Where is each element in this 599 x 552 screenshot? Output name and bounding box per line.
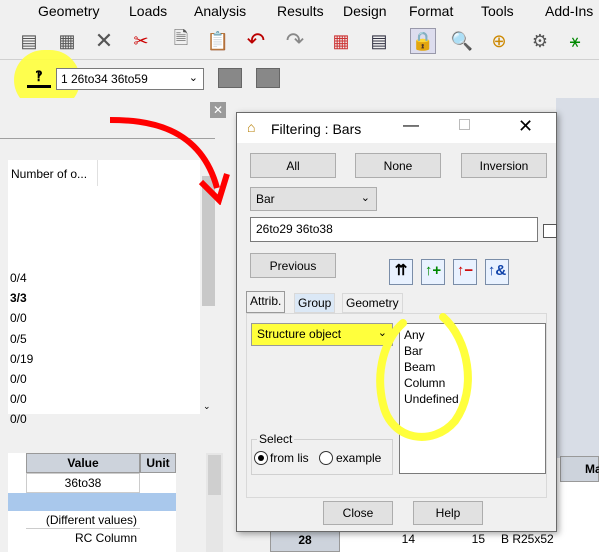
- grid-row: 0/0: [10, 372, 27, 387]
- radio-dot: [258, 455, 264, 461]
- radio-from-list-label: from lis: [270, 451, 309, 465]
- scissors-icon[interactable]: ✂: [128, 28, 154, 54]
- previous-selection-button[interactable]: [256, 68, 280, 88]
- radio-example[interactable]: [319, 451, 333, 465]
- add-icon[interactable]: ↑+: [421, 259, 445, 285]
- selection-toolbar: ‽ 1 26to34 36to59 ⌄: [0, 50, 599, 110]
- chevron-down-icon: ⌄: [188, 72, 198, 84]
- redo-icon[interactable]: ↷: [282, 28, 308, 54]
- zoom-window-icon[interactable]: ⊕: [486, 28, 512, 54]
- settings-icon[interactable]: ⚙: [527, 28, 553, 54]
- grid-values: 0/4 3/3 0/0 0/5 0/19 0/0 0/0 0/0: [10, 268, 50, 430]
- extra-checkbox[interactable]: [543, 224, 557, 238]
- unit-header: Unit: [140, 453, 176, 473]
- page-icon[interactable]: 🗎: [168, 28, 194, 54]
- maximize-icon[interactable]: [459, 119, 470, 130]
- table-cell[interactable]: RC Column: [26, 529, 140, 547]
- delete-icon[interactable]: ✕: [91, 28, 117, 54]
- none-button[interactable]: None: [355, 153, 441, 178]
- node-icon[interactable]: ⚹: [562, 28, 588, 54]
- list-input[interactable]: 26to29 36to38: [250, 217, 538, 242]
- calculator-icon[interactable]: ▦: [328, 28, 354, 54]
- tab-attrib[interactable]: Attrib.: [246, 291, 286, 313]
- help-button[interactable]: Help: [413, 501, 483, 525]
- grid-row: 0/19: [10, 351, 34, 366]
- chevron-down-icon[interactable]: ⌄: [203, 401, 211, 412]
- filter-app-icon: ⌂: [247, 119, 256, 135]
- intersect-icon[interactable]: ↑&: [485, 259, 509, 285]
- properties-table: Value Unit 36to38 (Different values) RC …: [8, 453, 176, 552]
- grid-row: 0/0: [10, 311, 27, 326]
- type-select[interactable]: Bar ⌄: [250, 187, 377, 211]
- remove-icon[interactable]: ↑−: [453, 259, 477, 285]
- undo-icon[interactable]: ↶: [243, 28, 269, 54]
- chevron-down-icon: ⌄: [360, 192, 370, 204]
- attrib-select[interactable]: Structure object ⌄: [251, 323, 393, 346]
- grid-header: Number of o...: [8, 160, 98, 186]
- inversion-button[interactable]: Inversion: [461, 153, 547, 178]
- menu-loads[interactable]: Loads: [129, 3, 167, 19]
- radio-from-list[interactable]: [254, 451, 268, 465]
- close-icon[interactable]: ✕: [518, 116, 533, 137]
- right-table-header: Ma: [560, 456, 599, 482]
- dialog-titlebar[interactable]: ⌂ Filtering : Bars — ✕: [237, 113, 556, 143]
- grid-row: 0/0: [10, 412, 27, 427]
- dialog-title: Filtering : Bars: [271, 121, 362, 137]
- menu-tools[interactable]: Tools: [481, 3, 514, 19]
- all-button[interactable]: All: [250, 153, 336, 178]
- zoom-icon[interactable]: 🔍: [449, 28, 475, 54]
- close-button[interactable]: Close: [323, 501, 393, 525]
- menu-format[interactable]: Format: [409, 3, 453, 19]
- selection-icon[interactable]: ‽: [25, 68, 53, 90]
- previous-button[interactable]: Previous: [250, 253, 336, 278]
- viewport[interactable]: Ma: [556, 98, 599, 552]
- paste-icon[interactable]: 📋: [205, 28, 231, 54]
- grid-row: 3/3: [10, 291, 27, 306]
- table-cell[interactable]: 36to38: [26, 473, 140, 493]
- grid-row: 0/4: [10, 271, 27, 285]
- tab-group[interactable]: Group: [294, 293, 336, 313]
- lock-icon[interactable]: 🔒: [410, 28, 436, 54]
- menu-bar: Geometry Loads Analysis Results Design F…: [0, 0, 599, 22]
- grid-row: 0/0: [10, 392, 27, 407]
- table-cell[interactable]: (Different values): [26, 511, 140, 529]
- radio-example-label: example: [336, 451, 382, 465]
- attrib-select-value: Structure object: [257, 327, 342, 341]
- selection-combo[interactable]: 1 26to34 36to59 ⌄: [56, 68, 204, 90]
- table-icon[interactable]: ▤: [366, 28, 392, 54]
- properties-scrollbar[interactable]: [206, 453, 223, 552]
- value-header: Value: [26, 453, 140, 473]
- grid-row: 0/5: [10, 331, 27, 346]
- scrollbar-thumb[interactable]: [208, 455, 221, 495]
- minimize-icon[interactable]: —: [403, 117, 419, 135]
- selection-combo-value: 1 26to34 36to59: [61, 72, 148, 86]
- sort-up-icon[interactable]: ⇈: [389, 259, 413, 285]
- menu-results[interactable]: Results: [277, 3, 324, 19]
- type-select-value: Bar: [256, 192, 275, 206]
- menu-addins[interactable]: Add-Ins: [545, 3, 593, 19]
- main-toolbar: ▤ ▦ ✕ ✂ 🗎 📋 ↶ ↷ ▦ ▤ 🔒 🔍 ⊕ ⚙ ⚹: [0, 22, 599, 60]
- menu-analysis[interactable]: Analysis: [194, 3, 246, 19]
- filtering-dialog: ⌂ Filtering : Bars — ✕ All None Inversio…: [236, 112, 557, 532]
- annotation-arrow: [109, 117, 230, 205]
- highlight-loop: [376, 313, 472, 441]
- menu-design[interactable]: Design: [343, 3, 387, 19]
- filter-button[interactable]: [218, 68, 242, 88]
- table-row-selected[interactable]: [8, 493, 176, 511]
- select-group-label: Select: [257, 432, 295, 446]
- menu-geometry[interactable]: Geometry: [38, 3, 99, 19]
